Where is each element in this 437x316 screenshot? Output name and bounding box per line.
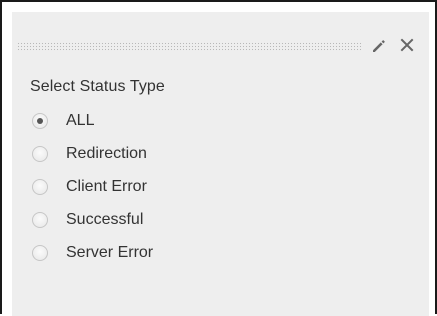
radio-button[interactable] (32, 146, 48, 162)
close-icon (400, 38, 414, 52)
status-type-radio-group: ALL Redirection Client Error Successful … (32, 110, 153, 275)
radio-option-label: Successful (66, 211, 144, 228)
radio-button[interactable] (32, 113, 48, 129)
radio-option-redirection[interactable]: Redirection (32, 143, 153, 165)
edit-button[interactable] (369, 37, 387, 55)
status-type-label: Select Status Type (30, 78, 165, 95)
radio-option-all[interactable]: ALL (32, 110, 153, 132)
pencil-icon (373, 40, 385, 52)
radio-option-successful[interactable]: Successful (32, 209, 153, 231)
radio-button[interactable] (32, 212, 48, 228)
window-frame: Select Status Type ALL Redirection Clien… (0, 0, 437, 316)
close-button[interactable] (398, 36, 416, 54)
radio-button[interactable] (32, 179, 48, 195)
radio-option-server-error[interactable]: Server Error (32, 242, 153, 264)
radio-option-label: Server Error (66, 244, 154, 261)
radio-option-label: ALL (66, 112, 95, 129)
radio-option-label: Redirection (66, 145, 147, 162)
drag-handle[interactable] (17, 42, 362, 51)
radio-option-label: Client Error (66, 178, 147, 195)
radio-option-client-error[interactable]: Client Error (32, 176, 153, 198)
widget-title-bar[interactable] (17, 39, 362, 53)
radio-button[interactable] (32, 245, 48, 261)
